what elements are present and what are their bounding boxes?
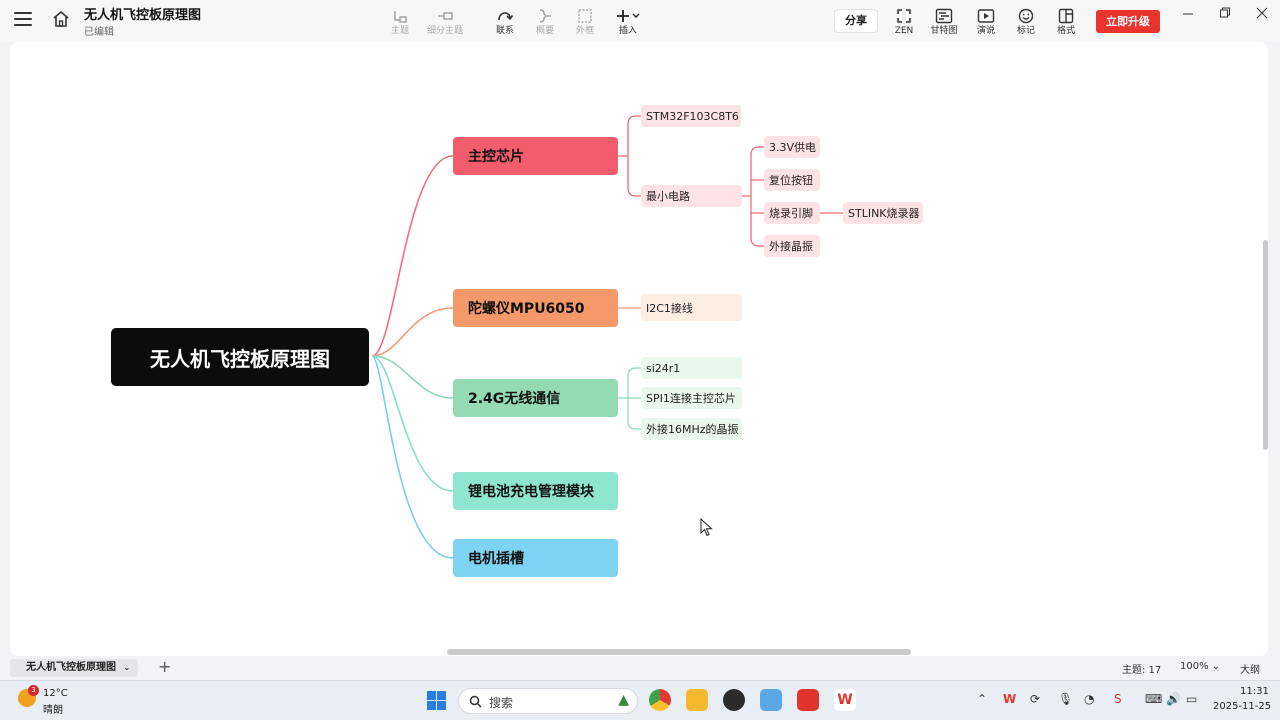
chrome-icon[interactable] <box>649 689 671 711</box>
tray-wps-icon[interactable]: W <box>1003 692 1016 706</box>
taskbar-search[interactable]: 搜索 ▲ <box>458 688 638 714</box>
tray-sync-icon[interactable]: ⟳ <box>1030 692 1040 706</box>
cloud-app-icon[interactable] <box>760 689 782 711</box>
tray-volume-icon[interactable]: 🔊 <box>1166 692 1181 706</box>
subtopic-stlink-programmer[interactable]: STLINK烧录器 <box>843 202 923 224</box>
windows-start-icon[interactable] <box>427 691 446 710</box>
subtopic-i2c-wiring[interactable]: I2C1接线 <box>641 294 742 321</box>
subtopic-si24r1[interactable]: si24r1 <box>641 357 742 379</box>
clock-date[interactable]: 2025-11-25 <box>1213 701 1271 712</box>
temperature: 12°C <box>43 688 68 699</box>
subtopic-spi-connection[interactable]: SPI1连接主控芯片 <box>641 387 742 409</box>
add-sheet-icon[interactable]: + <box>158 657 171 676</box>
topic-count: 主题: 17 <box>1122 665 1162 676</box>
horizontal-scrollbar[interactable] <box>447 649 911 655</box>
subtopic-reset-button[interactable]: 复位按钮 <box>764 169 820 191</box>
subtopic-16mhz-crystal[interactable]: 外接16MHz的晶振 <box>641 418 742 440</box>
subtopic-power-supply[interactable]: 3.3V供电 <box>764 136 820 158</box>
topic-wireless[interactable]: 2.4G无线通信 <box>453 379 618 417</box>
tray-battery-icon[interactable]: ▭ <box>1186 692 1197 706</box>
subtopic-mcu-model[interactable]: STM32F103C8T6 <box>641 105 741 127</box>
sheet-tab[interactable]: 无人机飞控板原理图 ⌄ <box>10 659 139 677</box>
search-icon <box>469 695 482 708</box>
weather-badge: 3 <box>28 685 39 696</box>
zoom-level[interactable]: 100% ⌄ <box>1180 661 1220 672</box>
tray-security-icon[interactable]: S <box>1114 692 1122 706</box>
clock-time[interactable]: 11:31 <box>1240 686 1269 697</box>
root-topic[interactable]: 无人机飞控板原理图 <box>111 328 369 386</box>
subtopic-programming-pins[interactable]: 烧录引脚 <box>764 202 820 224</box>
app-dark-icon[interactable] <box>723 689 745 711</box>
chevron-down-icon: ⌄ <box>123 663 131 672</box>
taskbar: 3 12°C 晴朗 搜索 ▲ W ⌃ W ⟳ 🎙 ◔ S ⌨ 🔊 ▭ 11:31… <box>0 680 1280 720</box>
file-explorer-icon[interactable] <box>686 689 708 711</box>
tray-ime-icon[interactable]: ⌨ <box>1145 692 1162 706</box>
topic-main-chip[interactable]: 主控芯片 <box>453 137 618 175</box>
xmind-icon[interactable] <box>797 689 819 711</box>
tray-chevron-up-icon[interactable]: ⌃ <box>977 692 987 706</box>
tray-network-icon[interactable]: ◔ <box>1084 692 1094 706</box>
topic-gyroscope[interactable]: 陀螺仪MPU6050 <box>453 289 618 327</box>
outline-button[interactable]: 大纲 <box>1240 661 1260 676</box>
wps-icon[interactable]: W <box>834 689 856 711</box>
topic-battery-charging[interactable]: 锂电池充电管理模块 <box>453 472 618 510</box>
vertical-scrollbar[interactable] <box>1263 240 1268 450</box>
topic-motor-slots[interactable]: 电机插槽 <box>453 539 618 577</box>
subtopic-minimum-circuit[interactable]: 最小电路 <box>641 185 742 207</box>
mouse-pointer-icon <box>700 518 713 537</box>
sheet-bar: 无人机飞控板原理图 ⌄ + 主题: 17 100% ⌄ 大纲 <box>0 657 1280 679</box>
subtopic-external-crystal[interactable]: 外接晶振 <box>764 235 820 257</box>
weather-condition: 晴朗 <box>43 705 63 716</box>
tray-microphone-icon[interactable]: 🎙 <box>1058 692 1073 706</box>
tree-widget-icon: ▲ <box>618 692 629 708</box>
